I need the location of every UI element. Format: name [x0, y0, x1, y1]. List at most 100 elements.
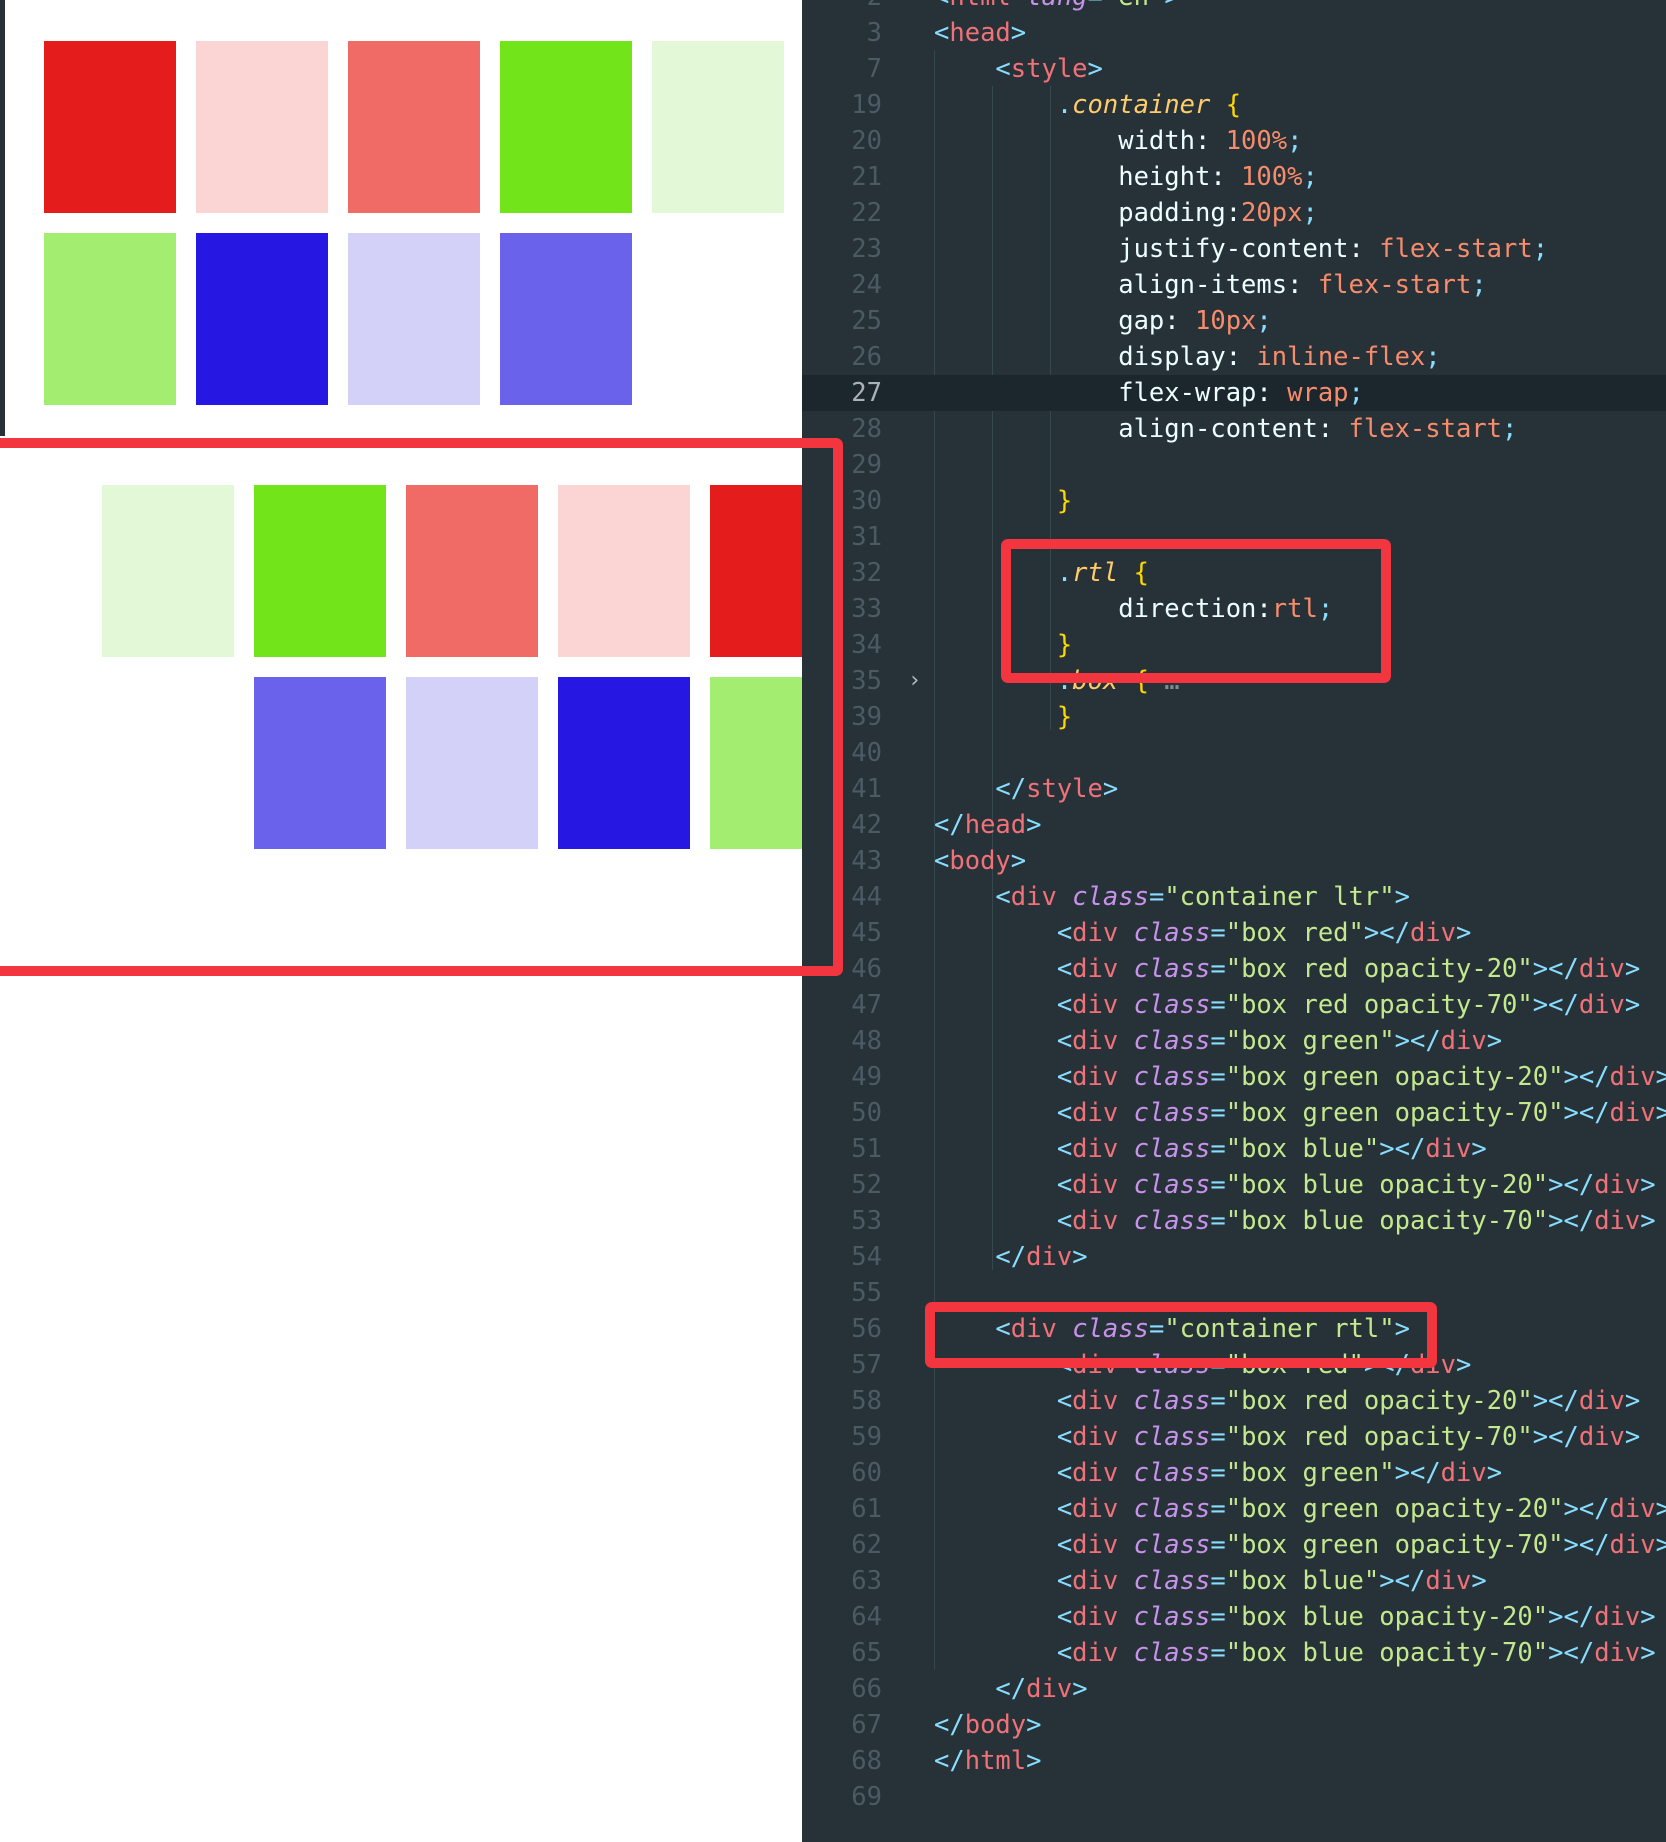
- line-number: 59: [851, 1422, 882, 1452]
- code-line[interactable]: 40: [802, 735, 1666, 771]
- code-line[interactable]: 43 <body>: [802, 843, 1666, 879]
- code-line[interactable]: 46 <div class="box red opacity-20"></div…: [802, 951, 1666, 987]
- code-editor[interactable]: 2<html lang="en"> 3 <head>7 <style>19 .con…: [802, 0, 1666, 1842]
- box-red-20: [196, 41, 328, 213]
- line-number: 52: [851, 1170, 882, 1200]
- line-number: 23: [851, 234, 882, 264]
- preview-left-edge: [0, 0, 5, 436]
- code-line[interactable]: 62 <div class="box green opacity-70"></d…: [802, 1527, 1666, 1563]
- code-line[interactable]: 24 align-items: flex-start;: [802, 267, 1666, 303]
- code-text: <div class="box green"></div>: [934, 1458, 1503, 1488]
- code-line[interactable]: 30 }: [802, 483, 1666, 519]
- code-text: </style>: [934, 774, 1119, 804]
- code-line[interactable]: 22 padding:20px;: [802, 195, 1666, 231]
- code-text: <div class="box green opacity-70"></div>: [934, 1530, 1666, 1560]
- code-line[interactable]: 48 <div class="box green"></div>: [802, 1023, 1666, 1059]
- code-text: <div class="box blue opacity-70"></div>: [934, 1638, 1656, 1668]
- line-number: 63: [851, 1566, 882, 1596]
- code-line[interactable]: 58 <div class="box red opacity-20"></div…: [802, 1383, 1666, 1419]
- code-line[interactable]: 23 justify-content: flex-start;: [802, 231, 1666, 267]
- code-line[interactable]: 41 </style>: [802, 771, 1666, 807]
- code-line[interactable]: 21 height: 100%;: [802, 159, 1666, 195]
- code-line[interactable]: 63 <div class="box blue"></div>: [802, 1563, 1666, 1599]
- code-line[interactable]: 27 flex-wrap: wrap;: [802, 375, 1666, 411]
- line-number: 19: [851, 90, 882, 120]
- line-number: 61: [851, 1494, 882, 1524]
- code-line[interactable]: 29: [802, 447, 1666, 483]
- code-line[interactable]: 65 <div class="box blue opacity-70"></di…: [802, 1635, 1666, 1671]
- code-text: </div>: [934, 1674, 1088, 1704]
- code-line[interactable]: 3 <head>: [802, 15, 1666, 51]
- code-text: width: 100%;: [934, 126, 1303, 156]
- code-line[interactable]: 50 <div class="box green opacity-70"></d…: [802, 1095, 1666, 1131]
- code-line[interactable]: 47 <div class="box red opacity-70"></div…: [802, 987, 1666, 1023]
- code-text: </body>: [934, 1710, 1042, 1740]
- line-number: 24: [851, 270, 882, 300]
- code-text: <div class="box blue opacity-70"></div>: [934, 1206, 1656, 1236]
- code-text: <head>: [934, 18, 1027, 48]
- code-line[interactable]: 19 .container {: [802, 87, 1666, 123]
- code-line[interactable]: 64 <div class="box blue opacity-20"></di…: [802, 1599, 1666, 1635]
- code-line[interactable]: 59 <div class="box red opacity-70"></div…: [802, 1419, 1666, 1455]
- line-number: 53: [851, 1206, 882, 1236]
- code-text: height: 100%;: [934, 162, 1318, 192]
- code-line[interactable]: 66 </div>: [802, 1671, 1666, 1707]
- code-text: }: [934, 486, 1073, 516]
- code-text: <div class="box red opacity-20"></div>: [934, 1386, 1641, 1416]
- code-line[interactable]: 60 <div class="box green"></div>: [802, 1455, 1666, 1491]
- box-red-70: [348, 41, 480, 213]
- code-line[interactable]: 52 <div class="box blue opacity-20"></di…: [802, 1167, 1666, 1203]
- code-line[interactable]: 2 <html lang="en">: [802, 0, 1666, 15]
- line-number: 3: [866, 18, 882, 48]
- code-text: <body>: [934, 846, 1027, 876]
- code-text: <div class="box blue opacity-20"></div>: [934, 1170, 1656, 1200]
- code-line[interactable]: 39 }: [802, 699, 1666, 735]
- code-line[interactable]: 51 <div class="box blue"></div>: [802, 1131, 1666, 1167]
- code-text: <div class="container ltr">: [934, 882, 1410, 912]
- line-number: 64: [851, 1602, 882, 1632]
- line-number: 66: [851, 1674, 882, 1704]
- code-line[interactable]: 25 gap: 10px;: [802, 303, 1666, 339]
- code-text: display: inline-flex;: [934, 342, 1441, 372]
- code-text: <div class="box green opacity-20"></div>: [934, 1494, 1666, 1524]
- line-number: 27: [851, 378, 882, 408]
- code-text: <html lang="en">: [934, 0, 1180, 15]
- code-line[interactable]: 54 </div>: [802, 1239, 1666, 1275]
- code-line[interactable]: 28 align-content: flex-start;: [802, 411, 1666, 447]
- code-line[interactable]: 53 <div class="box blue opacity-70"></di…: [802, 1203, 1666, 1239]
- code-text: }: [934, 702, 1073, 732]
- code-text: </head>: [934, 810, 1042, 840]
- code-line[interactable]: 67 </body>: [802, 1707, 1666, 1743]
- code-text: align-items: flex-start;: [934, 270, 1487, 300]
- line-number: 55: [851, 1278, 882, 1308]
- code-line[interactable]: 42 </head>: [802, 807, 1666, 843]
- code-text: <div class="box red"></div>: [934, 918, 1472, 948]
- code-line[interactable]: 61 <div class="box green opacity-20"></d…: [802, 1491, 1666, 1527]
- code-text: <div class="box green opacity-20"></div>: [934, 1062, 1666, 1092]
- code-text: <div class="box red opacity-70"></div>: [934, 1422, 1641, 1452]
- line-number: 62: [851, 1530, 882, 1560]
- line-number: 56: [851, 1314, 882, 1344]
- line-number: 7: [866, 54, 882, 84]
- line-number: 25: [851, 306, 882, 336]
- code-line[interactable]: 44 <div class="container ltr">: [802, 879, 1666, 915]
- line-number: 65: [851, 1638, 882, 1668]
- code-line[interactable]: 26 display: inline-flex;: [802, 339, 1666, 375]
- code-line[interactable]: 69: [802, 1779, 1666, 1815]
- box-green-70: [44, 233, 176, 405]
- code-line[interactable]: 45 <div class="box red"></div>: [802, 915, 1666, 951]
- fold-chevron-icon[interactable]: ›: [908, 663, 921, 699]
- code-line[interactable]: 20 width: 100%;: [802, 123, 1666, 159]
- line-number: 50: [851, 1098, 882, 1128]
- highlight-rtl-container-tag: [925, 1302, 1437, 1368]
- code-line[interactable]: 49 <div class="box green opacity-20"></d…: [802, 1059, 1666, 1095]
- code-text: <div class="box blue"></div>: [934, 1134, 1487, 1164]
- code-line[interactable]: 68 </html>: [802, 1743, 1666, 1779]
- code-text: </div>: [934, 1242, 1088, 1272]
- code-line[interactable]: 7 <style>: [802, 51, 1666, 87]
- line-number: 54: [851, 1242, 882, 1272]
- box-green: [500, 41, 632, 213]
- line-number: 22: [851, 198, 882, 228]
- box-blue: [196, 233, 328, 405]
- line-number: 20: [851, 126, 882, 156]
